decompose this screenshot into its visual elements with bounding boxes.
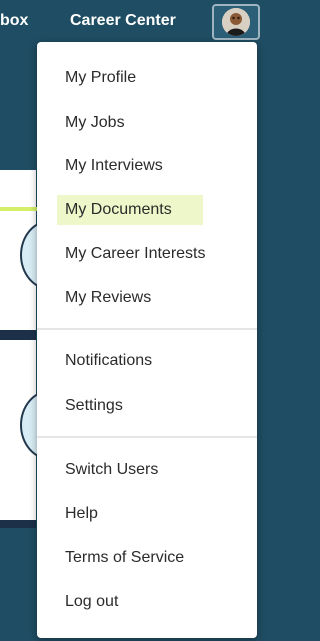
profile-dropdown-menu: My Profile My Jobs My Interviews My Docu… (37, 42, 257, 638)
menu-item-help[interactable]: Help (65, 499, 98, 529)
menu-item-log-out[interactable]: Log out (65, 587, 118, 617)
menu-item-my-documents[interactable]: My Documents (57, 195, 203, 225)
menu-item-terms-of-service[interactable]: Terms of Service (65, 543, 184, 573)
career-center-nav-link[interactable]: Career Center (70, 12, 176, 30)
profile-menu-button[interactable] (212, 4, 260, 40)
background-divider (0, 520, 36, 528)
menu-divider (37, 436, 257, 438)
menu-item-notifications[interactable]: Notifications (65, 346, 152, 376)
menu-item-switch-users[interactable]: Switch Users (65, 455, 158, 485)
menu-item-my-profile[interactable]: My Profile (65, 63, 136, 93)
menu-divider (37, 328, 257, 330)
menu-item-my-interviews[interactable]: My Interviews (65, 151, 163, 181)
menu-item-settings[interactable]: Settings (65, 391, 123, 421)
inbox-nav-link[interactable]: box (0, 12, 28, 30)
top-navigation-bar: box Career Center (0, 0, 284, 44)
background-divider (0, 330, 36, 340)
menu-item-my-career-interests[interactable]: My Career Interests (65, 239, 205, 269)
menu-item-my-reviews[interactable]: My Reviews (65, 283, 151, 313)
menu-item-my-jobs[interactable]: My Jobs (65, 108, 125, 138)
user-avatar-icon (222, 8, 250, 36)
